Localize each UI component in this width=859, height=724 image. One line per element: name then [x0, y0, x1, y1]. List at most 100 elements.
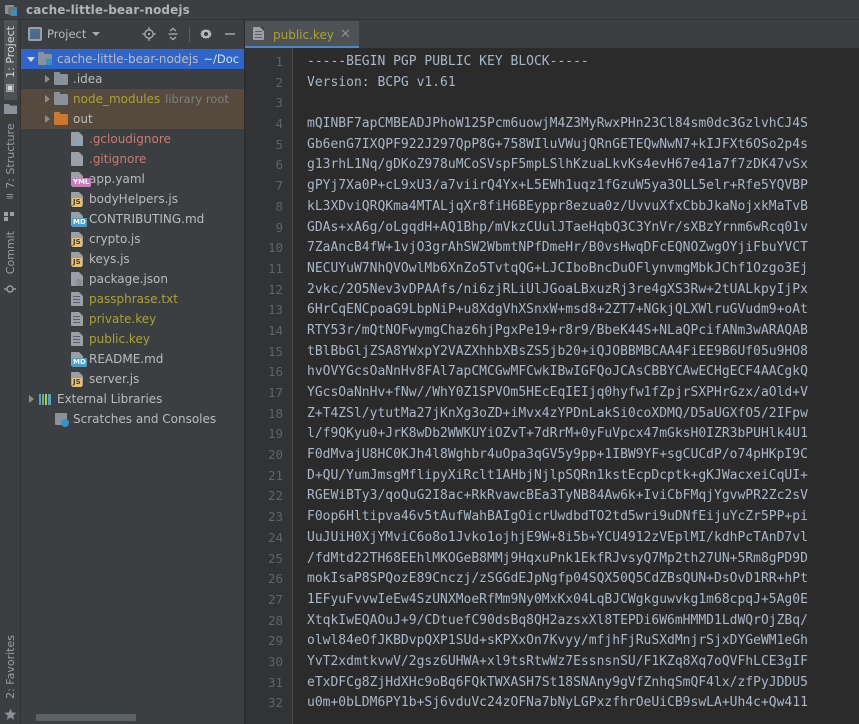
line-number: 23 [245, 507, 292, 528]
tree-row-label: node_modules [73, 92, 160, 106]
line-number: 11 [245, 259, 292, 280]
file-js-icon: JS [69, 371, 85, 387]
code-line[interactable]: RTY53r/mQtNOFwymgChaz6hjPgxPe19+r8r9/Bbe… [307, 321, 859, 342]
code-line[interactable]: eTxDFCg8ZjHdXHc9oBq6FQkTWXASH7St18SNAny9… [307, 673, 859, 694]
code-line[interactable]: 7ZaAncB4fW+1vjO3grAhSW2WbmtNPfDmeHr/B0vs… [307, 238, 859, 259]
code-line[interactable]: gPYj7Xa0P+cL9xU3/a7viirQ4Yx+L5EWh1uqz1fG… [307, 176, 859, 197]
code-line[interactable]: NECUYuW7NhQVOwlMb6XnZo5TvtqQG+LJCIboBncD… [307, 259, 859, 280]
sidebar-item-commit[interactable]: Commit [4, 225, 17, 280]
code-line[interactable]: F0dMvajU8HC0KJh4l8Wghbr4uOpa3qGV5y9pp+1I… [307, 445, 859, 466]
file-text-icon [253, 27, 266, 42]
tree-expand-arrow-icon[interactable] [41, 75, 53, 83]
tree-row-external-libraries[interactable]: External Libraries [21, 389, 244, 409]
locate-file-button[interactable] [138, 23, 160, 45]
code-line[interactable]: YvT2xdmtkvwV/2gsz6UHWA+xl9tsRtwWz7Essnsn… [307, 652, 859, 673]
tree-row-public-key[interactable]: public.key [21, 329, 244, 349]
line-number: 22 [245, 486, 292, 507]
code-line[interactable]: Z+T4ZSl/ytutMa27jKnXg3oZD+iMvx4zYPDnLakS… [307, 404, 859, 425]
code-line[interactable]: -----BEGIN PGP PUBLIC KEY BLOCK----- [307, 52, 859, 73]
code-line[interactable]: XtqkIwEQAOuJ+9/CDtuefC90dsBq8QH2azsxXl8T… [307, 611, 859, 632]
tree-expand-arrow-icon[interactable] [41, 115, 53, 123]
tree-row-scratches-and-consoles[interactable]: Scratches and Consoles [21, 409, 244, 429]
line-number: 3 [245, 93, 292, 114]
code-content[interactable]: -----BEGIN PGP PUBLIC KEY BLOCK-----Vers… [293, 48, 859, 724]
file-text-icon [69, 331, 85, 347]
collapse-all-button[interactable] [162, 23, 184, 45]
project-tree[interactable]: cache-little-bear-nodejs~/Doc.ideanode_m… [21, 48, 244, 711]
code-line[interactable]: l/f9QKyu0+JrK8wDb2WWKUYiOZvT+7dRrM+0yFuV… [307, 424, 859, 445]
settings-button[interactable] [195, 23, 217, 45]
tree-row-readme-md[interactable]: MDREADME.md [21, 349, 244, 369]
window-titlebar: cache-little-bear-nodejs [0, 0, 859, 20]
code-line[interactable]: mQINBF7apCMBEADJPhoW125Pcm6uowjM4Z3MyRwx… [307, 114, 859, 135]
code-line[interactable]: F0op6Hltipva46v5tAufWahBAIgOicrUwdbdTO2t… [307, 507, 859, 528]
line-number: 25 [245, 549, 292, 570]
tree-row-keys-js[interactable]: JSkeys.js [21, 249, 244, 269]
code-line[interactable]: tBlBbGljZSA8YWxpY2VAZXhhbXBsZS5jb20+iQJO… [307, 342, 859, 363]
tree-row-label: cache-little-bear-nodejs [57, 52, 198, 66]
code-line[interactable]: 1EFyuFvvwIeEw4SzUNXMoeRfMm9Ny0MxKx04LqBJ… [307, 590, 859, 611]
line-number-gutter: 1234567891011121314151617181920212223242… [245, 48, 293, 724]
tab-public-key[interactable]: public.key ✕ [245, 21, 359, 48]
star-icon [0, 705, 21, 724]
tree-row-bodyhelpers-js[interactable]: JSbodyHelpers.js [21, 189, 244, 209]
tree-row-passphrase-txt[interactable]: passphrase.txt [21, 289, 244, 309]
line-number: 12 [245, 280, 292, 301]
line-number: 18 [245, 404, 292, 425]
tree-expand-arrow-icon[interactable] [25, 57, 37, 62]
code-line[interactable]: Version: BCPG v1.61 [307, 73, 859, 94]
code-line[interactable]: RGEWiBTy3/qoQuG2I8ac+RkRvawcBEa3TyNB84Aw… [307, 486, 859, 507]
close-icon[interactable]: ✕ [339, 28, 352, 41]
sidebar-item-structure[interactable]: ≡ 7: Structure [4, 117, 17, 208]
tree-row--gcloudignore[interactable]: ?.gcloudignore [21, 129, 244, 149]
code-line[interactable]: UuJUiH0XjYMviC6o8o1Jvko1ojhjE9W+8i5b+YCU… [307, 528, 859, 549]
tree-row--gitignore[interactable]: ⊘.gitignore [21, 149, 244, 169]
tree-expand-arrow-icon[interactable] [25, 395, 37, 403]
project-icon: ▣ [5, 83, 16, 93]
code-line[interactable]: 6HrCqENCpoaG9LbpNiP+u8XdgVhXSnxW+msd8+2Z… [307, 300, 859, 321]
code-line[interactable]: D+QU/YumJmsgMflipyXiRclt1AHbjNjlpSQRn1ks… [307, 466, 859, 487]
code-line[interactable]: YGcsOaNnHv+fNw//WhY0Z1SPVOm5HEcEqIEIjq0h… [307, 383, 859, 404]
project-view-icon [28, 27, 42, 41]
file-ignored-icon: ? [69, 131, 85, 147]
tree-row-server-js[interactable]: JSserver.js [21, 369, 244, 389]
code-line[interactable]: Gb6enG7IXQPF922J297QpP8G+758WIluVWujQRnG… [307, 135, 859, 156]
code-line[interactable] [307, 93, 859, 114]
code-line[interactable]: hvOVYGcsOaNnHv8FAl7apCMCGwMFCwkIBwIGFQoJ… [307, 362, 859, 383]
sidebar-item-favorites[interactable]: 2: Favorites [4, 629, 17, 705]
tree-row-contributing-md[interactable]: MD CONTRIBUTING.md [21, 209, 244, 229]
tree-row-out[interactable]: out [21, 109, 244, 129]
sidebar-item-commit-label: Commit [4, 231, 17, 274]
tree-row-package-json[interactable]: ◍package.json [21, 269, 244, 289]
tree-row-label: keys.js [89, 252, 130, 266]
scratches-icon [53, 411, 69, 427]
line-number: 14 [245, 321, 292, 342]
code-line[interactable]: /fdMtd22TH68EEhlMKOGeB8MMj9HqxuPnk1EkfRJ… [307, 549, 859, 570]
tree-row-label: private.key [89, 312, 156, 326]
code-line[interactable]: GDAs+xA6g/oLgqdH+AQ1Bhp/mVkzCUulJTaeHqbQ… [307, 218, 859, 239]
sidebar-item-project[interactable]: ▣ 1: Project [4, 20, 17, 100]
line-number: 6 [245, 155, 292, 176]
tree-row--idea[interactable]: .idea [21, 69, 244, 89]
project-view-selector[interactable]: Project [24, 27, 138, 41]
tree-row-crypto-js[interactable]: JScrypto.js [21, 229, 244, 249]
hide-button[interactable] [219, 23, 241, 45]
code-line[interactable]: 2vkc/2O5Nev3vDPAAfs/ni6zjRLiUlJGoaLBxuzR… [307, 280, 859, 301]
tree-row-label: CONTRIBUTING.md [89, 212, 204, 226]
file-md-icon: MD [69, 211, 85, 227]
code-line[interactable]: olwl84eOfJKBDvpQXP1SUd+sKPXxOn7Kvyy/mfjh… [307, 631, 859, 652]
project-tree-hscrollbar[interactable] [21, 711, 244, 724]
hscrollbar-thumb[interactable] [36, 714, 136, 721]
code-line[interactable]: u0m+0bLDM6PY1b+Sj6vduVc24zOFNa7bNyLGPxzf… [307, 693, 859, 714]
code-line[interactable]: kL3XDviQRQKma4MTALjqXr8fiH6BEyppr8ezua0z… [307, 197, 859, 218]
tree-row-private-key[interactable]: private.key [21, 309, 244, 329]
code-line[interactable]: mokIsaP8SPQozE89Cnczj/zSGGdEJpNgfp04SQX5… [307, 569, 859, 590]
tree-row-cache-little-bear-nodejs[interactable]: cache-little-bear-nodejs~/Doc [21, 49, 244, 69]
project-stripe-folder-icon [0, 100, 21, 117]
code-line[interactable]: g13rhL1Nq/gDKoZ978uMCoSVspF5mpLSlhKzuaLk… [307, 155, 859, 176]
external-libraries-icon [37, 391, 53, 407]
tree-row-app-yaml[interactable]: YMLapp.yaml [21, 169, 244, 189]
tree-row-node-modules[interactable]: node_moduleslibrary root [21, 89, 244, 109]
tree-expand-arrow-icon[interactable] [41, 95, 53, 103]
sidebar-item-favorites-label: 2: Favorites [4, 635, 17, 699]
